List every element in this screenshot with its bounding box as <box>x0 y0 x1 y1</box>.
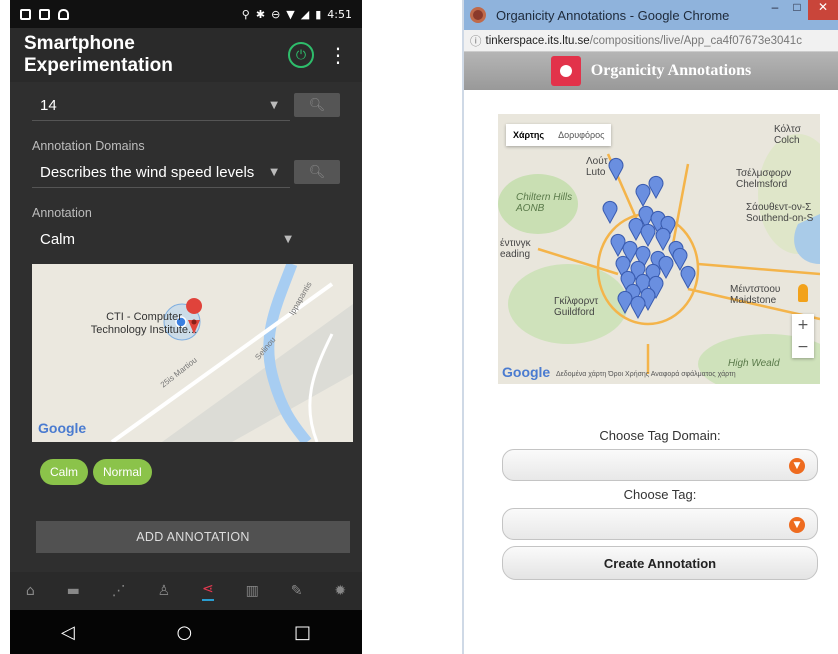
browser-map-graphics <box>498 114 820 384</box>
bar-chart-icon[interactable]: ▥ <box>246 583 259 599</box>
search-icon: 🔍︎ <box>308 164 326 180</box>
wifi-icon: ▼ <box>286 7 295 21</box>
status-bar: ⚲ ✱ ⊖ ▼ ◢ ▮ 4:51 <box>10 0 362 28</box>
bluetooth-icon: ✱ <box>255 7 266 21</box>
annotation-label: Annotation <box>32 206 92 220</box>
url-path: /compositions/live/App_ca4f07673e3041c <box>589 34 802 47</box>
browser-window: Organicity Annotations - Google Chrome –… <box>462 0 838 654</box>
chevron-down-icon: ▼ <box>284 233 292 245</box>
divider <box>32 187 290 188</box>
window-title: Organicity Annotations - Google Chrome <box>496 7 730 23</box>
organicity-logo-icon <box>550 56 581 86</box>
pencil-icon[interactable]: ✎ <box>291 583 303 599</box>
tag-domain-label: Choose Tag Domain: <box>599 428 721 443</box>
place-label-maidstone: Μέιντστοου Maidstone <box>730 284 781 306</box>
person-icon[interactable]: ♙ <box>158 583 171 599</box>
chip-calm[interactable]: Calm <box>40 459 89 485</box>
place-label-luton: Λούτ Luto <box>586 156 608 178</box>
app-header: Organicity Annotations <box>464 52 838 90</box>
screenshot-notification-icon <box>39 8 50 20</box>
chevron-down-icon: ▼ <box>789 458 805 474</box>
place-label-chiltern: Chiltern Hills AONB <box>516 192 573 214</box>
browser-map[interactable]: Χάρτης Δορυφόρος Λούτ Luto Chiltern Hill… <box>498 114 820 384</box>
briefcase-icon[interactable]: ▬ <box>67 583 80 599</box>
tag-form: Choose Tag Domain: ▼ Choose Tag: ▼ Creat… <box>502 428 818 580</box>
annotation-chips: Calm Normal <box>40 459 152 485</box>
place-label-line2: Technology Institute... <box>90 324 198 336</box>
google-logo: Google <box>502 364 551 380</box>
dnd-icon: ⊖ <box>271 7 281 21</box>
bottom-nav: ⌂ ▬ ⋰ ♙ ⋖ ▥ ✎ ✹ <box>10 572 362 610</box>
chevron-down-icon: ▼ <box>789 517 805 533</box>
zoom-control: + − <box>792 314 814 358</box>
android-notification-icon <box>58 8 69 20</box>
search-icon: 🔍︎ <box>308 97 326 113</box>
map-type-satellite[interactable]: Δορυφόρος <box>551 124 611 146</box>
zoom-in-button[interactable]: + <box>792 314 814 336</box>
image-notification-icon <box>20 8 31 20</box>
google-logo: Google <box>38 420 87 436</box>
tag-label: Choose Tag: <box>623 487 697 502</box>
maximize-icon[interactable]: □ <box>786 0 808 20</box>
annotation-value: Calm <box>40 230 76 248</box>
place-label-colchester: Κόλτσ Colch <box>774 124 801 146</box>
place-label-southend: Σάουθεντ-ον-Σ Southend-on-S <box>746 202 814 224</box>
map-place-label: CTI - Computer Technology Institute... <box>84 311 204 337</box>
chevron-down-icon: ▼ <box>270 99 278 111</box>
annotation-domains-value: Describes the wind speed levels <box>40 163 255 181</box>
tag-select[interactable]: ▼ <box>502 508 818 540</box>
map-type-map[interactable]: Χάρτης <box>506 124 551 146</box>
first-select-row[interactable]: 14 ▼ 🔍︎ <box>32 90 340 120</box>
annotation-select[interactable]: Calm ▼ <box>32 224 300 254</box>
first-select-value: 14 <box>40 96 57 114</box>
address-bar[interactable]: ⓘ tinkerspace.its.ltu.se/compositions/li… <box>464 30 838 52</box>
share-icon[interactable]: ⋖ <box>202 581 214 601</box>
place-label-weald: High Weald <box>728 358 780 369</box>
chart-scatter-icon[interactable]: ⋰ <box>112 583 126 599</box>
browser-titlebar: Organicity Annotations - Google Chrome –… <box>464 0 838 30</box>
place-label-line1: CTI - Computer <box>106 311 182 323</box>
annotation-domains-label: Annotation Domains <box>32 139 145 153</box>
add-annotation-button[interactable]: ADD ANNOTATION <box>36 521 350 553</box>
search-button[interactable]: 🔍︎ <box>294 93 340 117</box>
map-terms[interactable]: Δεδομένα χάρτη Όροι Χρήσης Αναφορά σφάλμ… <box>556 371 736 378</box>
status-time: 4:51 <box>327 7 352 21</box>
app-title: Smartphone Experimentation <box>24 33 173 76</box>
divider <box>32 120 290 121</box>
power-icon[interactable]: ⏻ <box>288 42 314 68</box>
url-host: tinkerspace.its.ltu.se <box>485 34 590 47</box>
search-button[interactable]: 🔍︎ <box>294 160 340 184</box>
minimize-icon[interactable]: – <box>764 0 786 20</box>
battery-icon: ▮ <box>315 7 322 21</box>
app-title: Organicity Annotations <box>590 62 752 79</box>
chevron-down-icon: ▼ <box>270 166 278 178</box>
pegman-icon[interactable] <box>798 284 808 302</box>
phone-screen: ⚲ ✱ ⊖ ▼ ◢ ▮ 4:51 Smartphone Experimentat… <box>10 0 362 654</box>
home-button[interactable]: ○ <box>177 622 193 643</box>
place-label-reading: έντινγκ eading <box>500 238 531 260</box>
info-icon: ⓘ <box>470 35 482 48</box>
more-vert-icon[interactable]: ⋮ <box>328 43 348 67</box>
bug-icon[interactable]: ✹ <box>334 583 346 599</box>
signal-icon: ◢ <box>300 7 310 21</box>
chip-normal[interactable]: Normal <box>93 459 152 485</box>
create-annotation-button[interactable]: Create Annotation <box>502 546 818 580</box>
system-nav: ◁ ○ □ <box>10 610 362 654</box>
back-button[interactable]: ◁ <box>61 622 75 643</box>
location-icon: ⚲ <box>241 7 250 21</box>
place-label-guildford: Γκίλφορντ Guildford <box>554 296 599 318</box>
map-type-toggle: Χάρτης Δορυφόρος <box>506 124 612 146</box>
recents-button[interactable]: □ <box>294 622 311 643</box>
chrome-icon <box>470 7 486 23</box>
tag-domain-select[interactable]: ▼ <box>502 449 818 481</box>
annotation-domains-select[interactable]: Describes the wind speed levels ▼ 🔍︎ <box>32 157 340 187</box>
close-icon[interactable]: ✕ <box>808 0 838 20</box>
app-toolbar: Smartphone Experimentation ⏻ ⋮ <box>10 28 362 82</box>
home-icon[interactable]: ⌂ <box>26 583 35 599</box>
zoom-out-button[interactable]: − <box>792 336 814 358</box>
place-label-chelmsford: Τσέλμσφορν Chelmsford <box>736 168 792 190</box>
phone-map[interactable]: CTI - Computer Technology Institute... 2… <box>32 264 353 442</box>
